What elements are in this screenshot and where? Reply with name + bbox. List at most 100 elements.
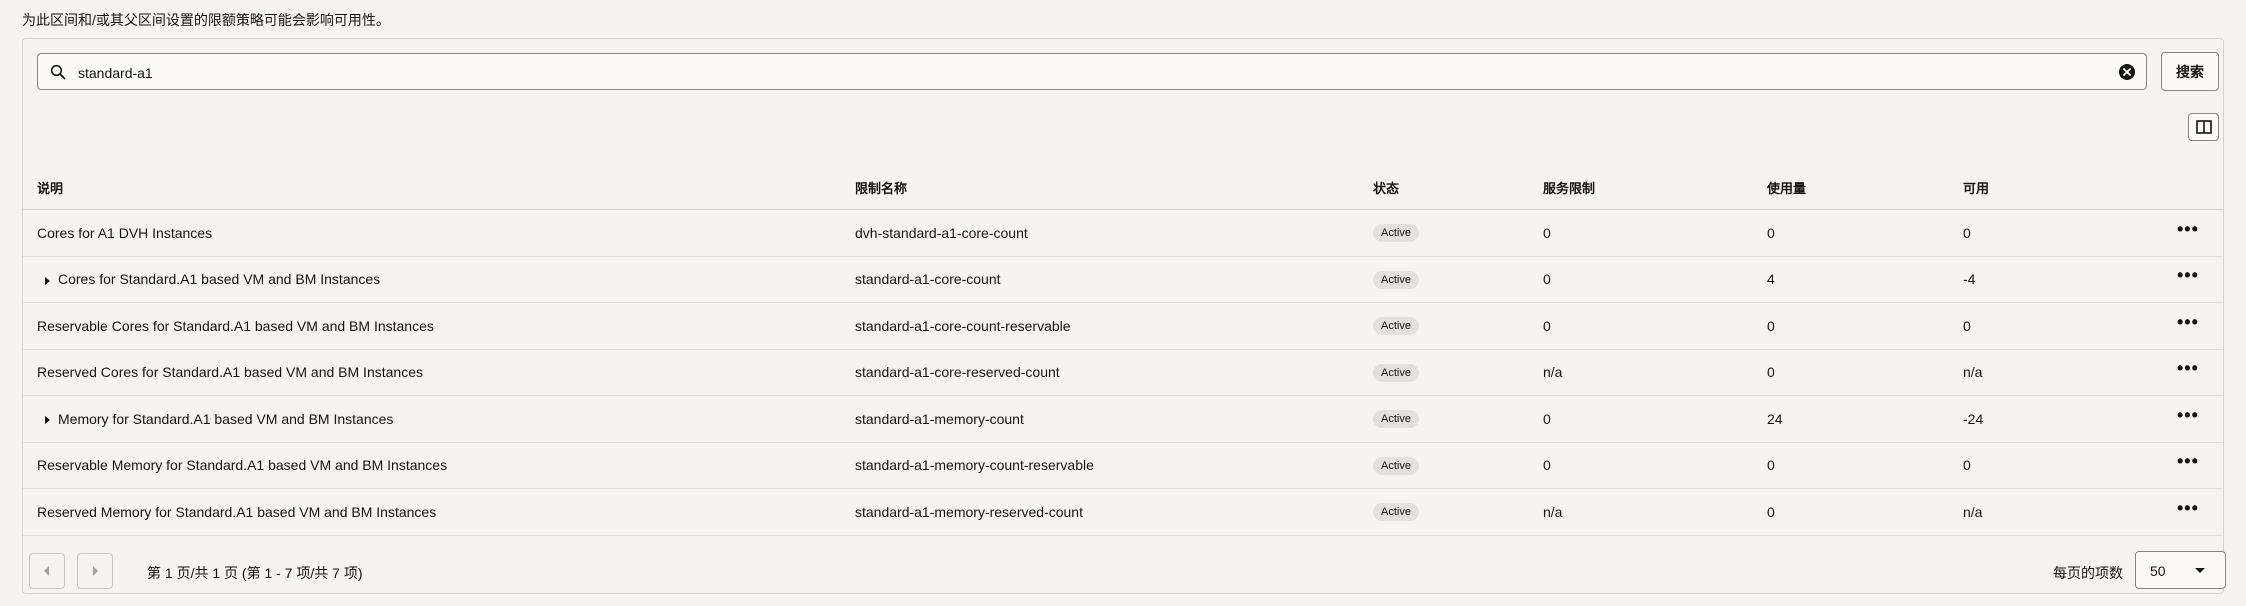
cell-service-limit: 0	[1543, 395, 1767, 443]
cell-limit-name: standard-a1-memory-count	[855, 395, 1373, 443]
cell-status: Active	[1373, 442, 1543, 489]
cell-service-limit: 0	[1543, 256, 1767, 303]
cell-limit-name: dvh-standard-a1-core-count	[855, 209, 1373, 257]
cell-description: Reservable Cores for Standard.A1 based V…	[23, 302, 855, 350]
cell-description: Reserved Cores for Standard.A1 based VM …	[23, 349, 855, 396]
search-icon	[50, 64, 66, 80]
table-row: Cores for Standard.A1 based VM and BM In…	[23, 256, 2223, 303]
cell-status: Active	[1373, 349, 1543, 396]
description-text: Reservable Cores for Standard.A1 based V…	[37, 317, 434, 334]
cell-service-limit: 0	[1543, 442, 1767, 489]
table-row: Reserved Memory for Standard.A1 based VM…	[23, 488, 2223, 536]
cell-description: Memory for Standard.A1 based VM and BM I…	[23, 395, 855, 443]
search-field[interactable]	[37, 53, 2147, 90]
cell-status: Active	[1373, 256, 1543, 303]
search-button[interactable]: 搜索	[2161, 52, 2219, 91]
status-badge: Active	[1373, 456, 1419, 475]
cell-status: Active	[1373, 395, 1543, 443]
page-info: 第 1 页/共 1 页 (第 1 - 7 项/共 7 项)	[147, 565, 363, 581]
cell-available: 0	[1963, 302, 2177, 350]
next-page-button[interactable]	[77, 553, 113, 589]
column-header-status[interactable]: 状态	[1373, 165, 1543, 210]
items-per-page-value: 50	[2150, 563, 2166, 579]
cell-actions: •••	[2177, 209, 2223, 257]
cell-actions: •••	[2177, 302, 2223, 350]
items-per-page-label: 每页的项数	[2053, 565, 2123, 581]
chevron-left-icon	[44, 566, 49, 576]
cell-usage: 0	[1767, 488, 1963, 536]
cell-limit-name: standard-a1-memory-count-reservable	[855, 442, 1373, 489]
columns-icon	[2196, 120, 2212, 134]
column-header-usage[interactable]: 使用量	[1767, 165, 1963, 210]
cell-usage: 0	[1767, 209, 1963, 257]
cell-available: 0	[1963, 209, 2177, 257]
pagination-bar: 第 1 页/共 1 页 (第 1 - 7 项/共 7 项) 每页的项数 50	[23, 545, 2226, 593]
cell-actions: •••	[2177, 349, 2223, 396]
limits-panel: 搜索 说明 限制名称 状态 服务限制 使用量 可用	[22, 38, 2226, 594]
status-badge: Active	[1373, 224, 1419, 243]
ellipsis-icon[interactable]: •••	[2177, 359, 2199, 377]
status-badge: Active	[1373, 503, 1419, 522]
previous-page-button[interactable]	[29, 553, 65, 589]
status-badge: Active	[1373, 270, 1419, 289]
table-row: Cores for A1 DVH Instances dvh-standard-a…	[23, 209, 2223, 257]
description-text: Reserved Memory for Standard.A1 based VM…	[37, 503, 437, 520]
description-text: Reserved Cores for Standard.A1 based VM …	[37, 364, 423, 381]
description-text: Cores for Standard.A1 based VM and BM In…	[58, 271, 381, 288]
search-input[interactable]	[76, 60, 2100, 86]
cell-limit-name: standard-a1-core-reserved-count	[855, 349, 1373, 396]
ellipsis-icon[interactable]: •••	[2177, 499, 2199, 517]
cell-limit-name: standard-a1-core-count	[855, 256, 1373, 303]
cell-usage: 24	[1767, 395, 1963, 443]
limits-table: 说明 限制名称 状态 服务限制 使用量 可用 Cores for A1 DVH …	[23, 165, 2223, 536]
caret-right-icon[interactable]	[45, 416, 50, 425]
cell-usage: 0	[1767, 349, 1963, 396]
ellipsis-icon[interactable]: •••	[2177, 313, 2199, 331]
description-text: Memory for Standard.A1 based VM and BM I…	[58, 410, 394, 427]
cell-actions: •••	[2177, 256, 2223, 303]
ellipsis-icon[interactable]: •••	[2177, 406, 2199, 424]
column-header-description[interactable]: 说明	[23, 165, 855, 210]
cell-limit-name: standard-a1-memory-reserved-count	[855, 488, 1373, 536]
cell-available: 0	[1963, 442, 2177, 489]
chevron-down-icon	[2195, 568, 2205, 573]
column-header-service-limit[interactable]: 服务限制	[1543, 165, 1767, 210]
description-text: Cores for A1 DVH Instances	[37, 224, 213, 241]
cell-service-limit: n/a	[1543, 349, 1767, 396]
cell-actions: •••	[2177, 395, 2223, 443]
column-header-available[interactable]: 可用	[1963, 165, 2177, 210]
cell-status: Active	[1373, 209, 1543, 257]
table-header-row: 说明 限制名称 状态 服务限制 使用量 可用	[23, 165, 2223, 210]
cell-limit-name: standard-a1-core-count-reservable	[855, 302, 1373, 350]
cell-usage: 0	[1767, 442, 1963, 489]
caret-right-icon[interactable]	[45, 276, 50, 285]
chevron-right-icon	[93, 566, 98, 576]
cell-service-limit: n/a	[1543, 488, 1767, 536]
cell-status: Active	[1373, 488, 1543, 536]
status-badge: Active	[1373, 317, 1419, 336]
table-row: Reservable Cores for Standard.A1 based V…	[23, 302, 2223, 350]
status-badge: Active	[1373, 410, 1419, 429]
cell-actions: •••	[2177, 442, 2223, 489]
table-row: Reservable Memory for Standard.A1 based …	[23, 442, 2223, 489]
description-text: Reservable Memory for Standard.A1 based …	[37, 457, 448, 474]
column-header-actions	[2177, 165, 2223, 210]
availability-notice: 为此区间和/或其父区间设置的限额策略可能会影响可用性。	[22, 12, 390, 28]
table-row: Memory for Standard.A1 based VM and BM I…	[23, 395, 2223, 443]
column-header-limit-name[interactable]: 限制名称	[855, 165, 1373, 210]
items-per-page-select[interactable]: 50	[2135, 551, 2226, 589]
manage-columns-button[interactable]	[2188, 113, 2219, 141]
cell-usage: 0	[1767, 302, 1963, 350]
cell-available: -24	[1963, 395, 2177, 443]
cell-service-limit: 0	[1543, 209, 1767, 257]
cell-description: Cores for Standard.A1 based VM and BM In…	[23, 256, 855, 303]
cell-usage: 4	[1767, 256, 1963, 303]
ellipsis-icon[interactable]: •••	[2177, 220, 2199, 238]
clear-circle-icon[interactable]	[2118, 63, 2136, 81]
cell-description: Reserved Memory for Standard.A1 based VM…	[23, 488, 855, 536]
ellipsis-icon[interactable]: •••	[2177, 452, 2199, 470]
status-badge: Active	[1373, 363, 1419, 382]
cell-available: -4	[1963, 256, 2177, 303]
ellipsis-icon[interactable]: •••	[2177, 266, 2199, 284]
cell-available: n/a	[1963, 349, 2177, 396]
